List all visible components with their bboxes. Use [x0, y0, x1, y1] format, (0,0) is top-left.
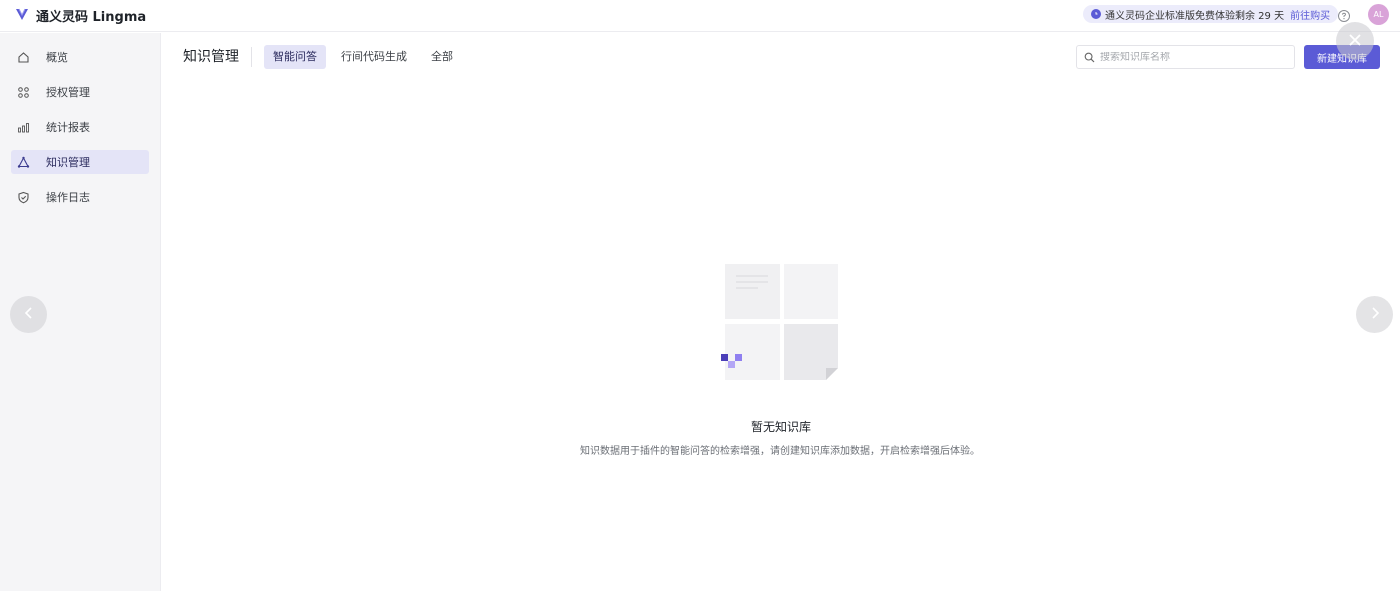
avatar[interactable]: AL — [1368, 4, 1389, 25]
sidebar-item-logs[interactable]: 操作日志 — [11, 185, 149, 209]
close-icon — [1348, 32, 1362, 51]
brand[interactable]: 通义灵码 Lingma — [0, 6, 146, 26]
trial-banner: 通义灵码企业标准版免费体验剩余 29 天 前往购买 — [1083, 5, 1339, 23]
trial-text: 通义灵码企业标准版免费体验剩余 29 天 — [1105, 10, 1285, 22]
previous-button[interactable] — [10, 296, 47, 333]
empty-state-illustration — [718, 262, 842, 386]
bar-chart-icon — [17, 121, 30, 134]
chevron-right-icon — [1369, 305, 1381, 324]
sidebar-item-label: 概览 — [46, 51, 68, 64]
shield-check-icon — [17, 191, 30, 204]
tab-inline-codegen[interactable]: 行间代码生成 — [332, 45, 416, 69]
triangle-nodes-icon — [17, 156, 30, 169]
sidebar-item-label: 统计报表 — [46, 121, 90, 134]
sidebar-item-label: 操作日志 — [46, 191, 90, 204]
tab-all[interactable]: 全部 — [422, 45, 462, 69]
chevron-left-icon — [23, 305, 35, 324]
grid-icon — [17, 86, 30, 99]
clock-icon — [1091, 9, 1101, 19]
sidebar-item-knowledge[interactable]: 知识管理 — [11, 150, 149, 174]
lingma-logo-icon — [14, 6, 30, 26]
sidebar-item-reports[interactable]: 统计报表 — [11, 115, 149, 139]
search-icon — [1084, 48, 1095, 67]
empty-state-description: 知识数据用于插件的智能问答的检索增强，请创建知识库添加数据，开启检索增强后体验。 — [580, 446, 980, 457]
content-header: 知识管理 智能问答 行间代码生成 全部 — [183, 44, 462, 70]
empty-state-title: 暂无知识库 — [750, 420, 811, 434]
page-title: 知识管理 — [183, 47, 252, 67]
sidebar-item-overview[interactable]: 概览 — [11, 45, 149, 69]
search-input[interactable] — [1100, 51, 1280, 63]
search-box[interactable] — [1076, 45, 1295, 69]
tab-smart-qa[interactable]: 智能问答 — [264, 45, 326, 69]
next-button[interactable] — [1356, 296, 1393, 333]
app-name: 通义灵码 Lingma — [36, 10, 147, 25]
sidebar-item-label: 知识管理 — [46, 156, 90, 169]
sidebar-item-label: 授权管理 — [46, 86, 90, 99]
close-button[interactable] — [1336, 22, 1374, 60]
home-icon — [17, 51, 30, 64]
sidebar-item-license[interactable]: 授权管理 — [11, 80, 149, 104]
buy-link[interactable]: 前往购买 — [1290, 7, 1330, 22]
